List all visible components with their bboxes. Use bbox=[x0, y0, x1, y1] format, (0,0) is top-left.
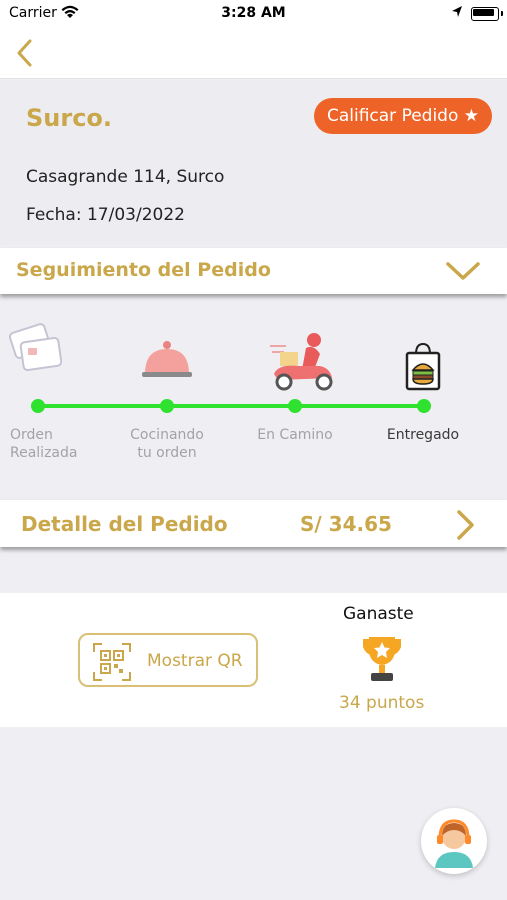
tracking-progress-line bbox=[38, 404, 424, 408]
navigation-bar bbox=[0, 28, 507, 79]
step-label-delivered: Entregado bbox=[386, 427, 460, 443]
food-cloche-icon bbox=[142, 341, 192, 377]
chevron-down-icon[interactable] bbox=[445, 260, 481, 282]
tracking-header[interactable]: Seguimiento del Pedido bbox=[0, 248, 507, 294]
shopping-bag-icon bbox=[405, 342, 441, 391]
support-agent-icon bbox=[435, 819, 473, 868]
delivery-scooter-icon bbox=[270, 333, 333, 391]
step-dot-cooking bbox=[160, 399, 174, 413]
step-dot-ordered bbox=[31, 399, 45, 413]
rate-order-button[interactable]: Calificar Pedido ★ bbox=[314, 98, 492, 134]
location-arrow-icon bbox=[452, 6, 462, 17]
step-label-cooking: Cocinando tu orden bbox=[130, 427, 204, 461]
order-address: Casagrande 114, Surco bbox=[26, 167, 225, 187]
step-label-ordered: Orden Realizada bbox=[10, 427, 78, 461]
step-dot-delivered bbox=[417, 399, 431, 413]
order-date: Fecha: 17/03/2022 bbox=[26, 205, 185, 225]
step-label-on-the-way: En Camino bbox=[257, 427, 333, 443]
chevron-right-icon[interactable] bbox=[455, 509, 475, 541]
battery-tip bbox=[501, 11, 503, 16]
trophy-icon bbox=[363, 637, 401, 681]
order-detail-row[interactable]: Detalle del Pedido S/ 34.65 bbox=[0, 500, 507, 547]
battery-icon bbox=[471, 7, 499, 21]
qr-code-icon bbox=[93, 643, 131, 681]
won-label: Ganaste bbox=[343, 604, 414, 624]
order-total: S/ 34.65 bbox=[300, 512, 392, 536]
points-earned: 34 puntos bbox=[339, 693, 425, 713]
order-detail-title: Detalle del Pedido bbox=[21, 512, 228, 536]
support-chat-button[interactable] bbox=[421, 808, 487, 874]
show-qr-button[interactable]: Mostrar QR bbox=[78, 633, 258, 687]
show-qr-label: Mostrar QR bbox=[147, 651, 243, 671]
step-dot-on-the-way bbox=[288, 399, 302, 413]
clock-time: 3:28 AM bbox=[221, 5, 286, 21]
status-bar: Carrier 3:28 AM bbox=[0, 0, 507, 28]
back-chevron-icon[interactable] bbox=[12, 38, 38, 68]
store-name: Surco. bbox=[26, 104, 113, 132]
credit-card-icon bbox=[8, 323, 63, 371]
tracking-title: Seguimiento del Pedido bbox=[16, 259, 271, 281]
